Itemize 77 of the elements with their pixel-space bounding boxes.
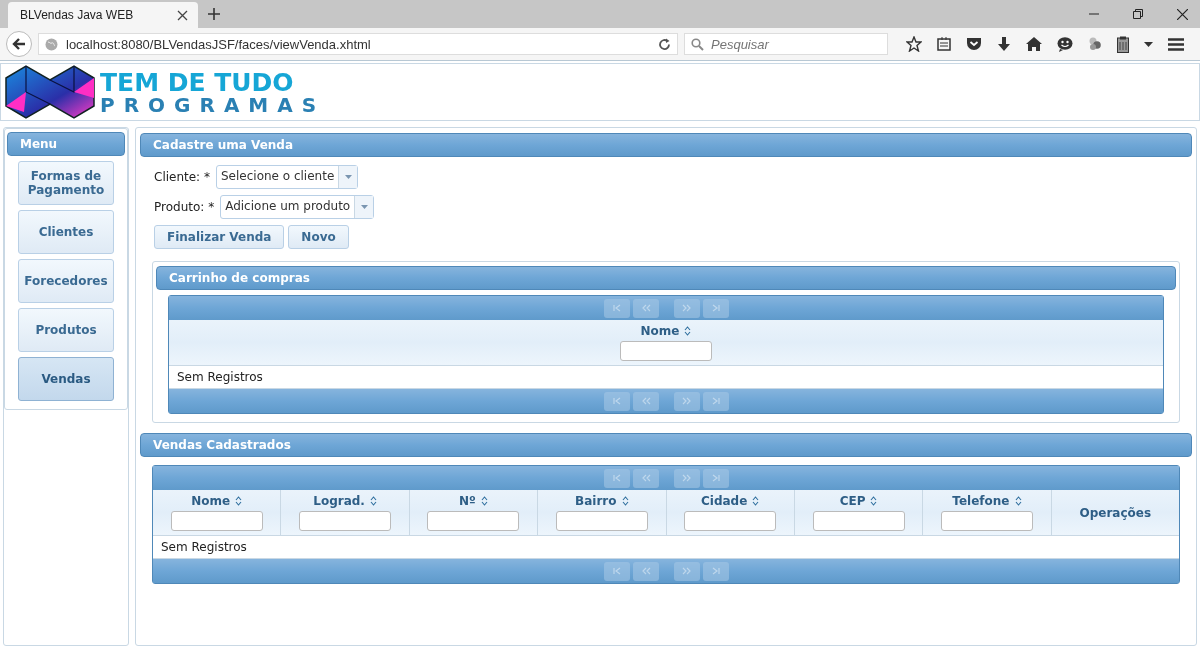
form-button[interactable]: Finalizar Venda [154,225,285,249]
sort-icon[interactable] [235,496,243,506]
double-chevron-right-icon [680,565,693,577]
list-icon[interactable] [937,37,951,51]
menu-header: Menu [7,132,125,156]
caret-icon [360,205,368,209]
reload-icon[interactable] [658,37,671,51]
column-header[interactable]: Telefone [952,494,1010,508]
filter-field[interactable] [940,511,1033,531]
column-header[interactable]: Nº [459,494,476,508]
column-header[interactable]: Nome [191,494,231,508]
field-label: Produto: * [154,200,215,214]
menu-icon[interactable] [1168,37,1184,51]
skip-start-icon [610,472,623,484]
close-icon[interactable] [1177,8,1188,20]
caret-icon [344,175,352,179]
sort-icon[interactable] [870,496,878,506]
double-chevron-right-icon [680,472,693,484]
close-icon[interactable] [177,9,188,21]
clipboard-icon[interactable] [1117,35,1129,53]
address-bar[interactable]: localhost:8080/BLVendasJSF/faces/viewVenda.xhtml [38,33,678,55]
smiley-icon[interactable] [1057,36,1073,52]
select-field[interactable]: Selecione o cliente [216,165,359,189]
balls-icon[interactable] [1088,37,1102,51]
sort-icon[interactable] [480,496,488,506]
filter-field[interactable] [620,341,712,361]
new-tab-icon[interactable] [208,8,220,20]
column-header[interactable]: Nome [640,324,680,338]
column-header[interactable]: Cidade [701,494,748,508]
back-arrow-icon [12,37,26,51]
panel-header: Carrinho de compras [156,266,1176,290]
restore-icon[interactable] [1133,9,1143,19]
dropdown-caret-icon[interactable] [1144,41,1153,47]
logo-subtitle: PROGRAMAS [100,94,326,115]
search-icon [691,38,704,51]
panel-header: Cadastre uma Venda [140,133,1192,157]
double-chevron-right-icon [680,395,693,407]
logo-icon [4,64,96,120]
column-header[interactable]: Bairro [575,494,617,508]
download-icon[interactable] [997,36,1011,52]
filter-field[interactable] [684,511,777,531]
select-field[interactable]: Adicione um produto [220,195,375,219]
menu-item[interactable]: Vendas [18,357,114,401]
sort-icon[interactable] [1014,496,1022,506]
skip-start-icon [610,302,623,314]
star-icon[interactable] [906,36,922,52]
pocket-icon[interactable] [966,37,982,51]
menu-item[interactable]: Clientes [18,210,114,254]
filter-field[interactable] [170,511,263,531]
logo-title: TEM DE TUDO [100,69,295,95]
sort-icon[interactable] [752,496,760,506]
form-button[interactable]: Novo [288,225,349,249]
menu-item[interactable]: Produtos [18,308,114,352]
empty-message: Sem Registros [161,540,247,554]
skip-start-icon [610,565,623,577]
menu-item[interactable]: Formas de Pagamento [18,161,114,205]
filter-field[interactable] [299,511,392,531]
panel-header: Vendas Cadastrados [140,433,1192,457]
menu-item[interactable]: Forecedores [18,259,114,303]
field-label: Cliente: * [154,170,210,184]
double-chevron-right-icon [680,302,693,314]
globe-icon [45,37,58,51]
column-header[interactable]: Lograd. [313,494,365,508]
search-field[interactable]: Pesquisar [684,33,888,55]
home-icon[interactable] [1026,37,1042,51]
sort-icon[interactable] [684,326,692,336]
column-header[interactable]: Operações [1079,505,1152,520]
browser-tab[interactable]: BLVendas Java WEB [8,2,198,28]
filter-field[interactable] [555,511,648,531]
sort-icon[interactable] [621,496,629,506]
back-button[interactable] [6,31,32,57]
filter-field[interactable] [812,511,905,531]
skip-start-icon [610,395,623,407]
sort-icon[interactable] [369,496,377,506]
filter-field[interactable] [427,511,520,531]
column-header[interactable]: CEP [839,494,866,508]
empty-message: Sem Registros [177,370,263,384]
